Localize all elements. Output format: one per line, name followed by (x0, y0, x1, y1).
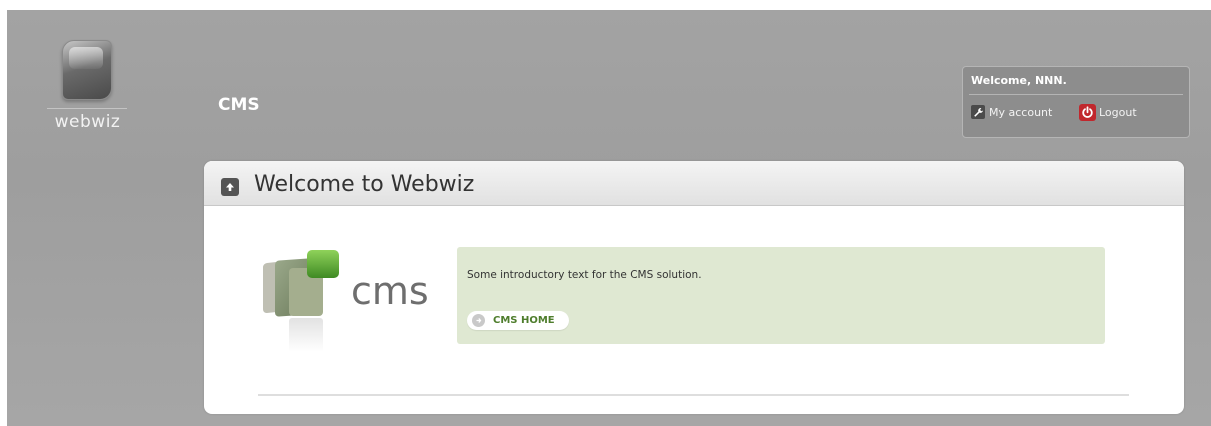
logout-label: Logout (1099, 106, 1137, 119)
cms-logo-graphic: cms (263, 250, 429, 352)
intro-box: Some introductory text for the CMS solut… (457, 247, 1105, 344)
wrench-icon (971, 105, 985, 119)
user-menu: Welcome, NNN. My account Logout (962, 66, 1190, 138)
panel-title: Welcome to Webwiz (254, 172, 475, 197)
up-arrow-icon[interactable] (221, 178, 239, 196)
my-account-link[interactable]: My account (971, 105, 1052, 119)
welcome-panel: Welcome to Webwiz cms Some introductory … (204, 161, 1184, 414)
logo-text: webwiz (54, 112, 121, 132)
panel-header: Welcome to Webwiz (204, 161, 1184, 206)
logout-link[interactable]: Logout (1079, 104, 1137, 121)
panel-divider (258, 394, 1129, 396)
logo-tile-icon (62, 40, 112, 100)
app-title: CMS (218, 95, 260, 115)
cms-home-button[interactable]: CMS HOME (467, 311, 569, 330)
cms-logo-word: cms (351, 269, 429, 313)
cms-home-label: CMS HOME (493, 315, 555, 326)
power-icon (1079, 104, 1096, 121)
my-account-label: My account (989, 105, 1053, 119)
webwiz-logo[interactable]: webwiz (45, 40, 130, 140)
logo-divider (47, 108, 127, 109)
welcome-message: Welcome, NNN. (971, 74, 1067, 87)
circle-arrow-icon (472, 314, 485, 327)
user-menu-divider (969, 94, 1183, 95)
intro-text: Some introductory text for the CMS solut… (467, 269, 702, 281)
